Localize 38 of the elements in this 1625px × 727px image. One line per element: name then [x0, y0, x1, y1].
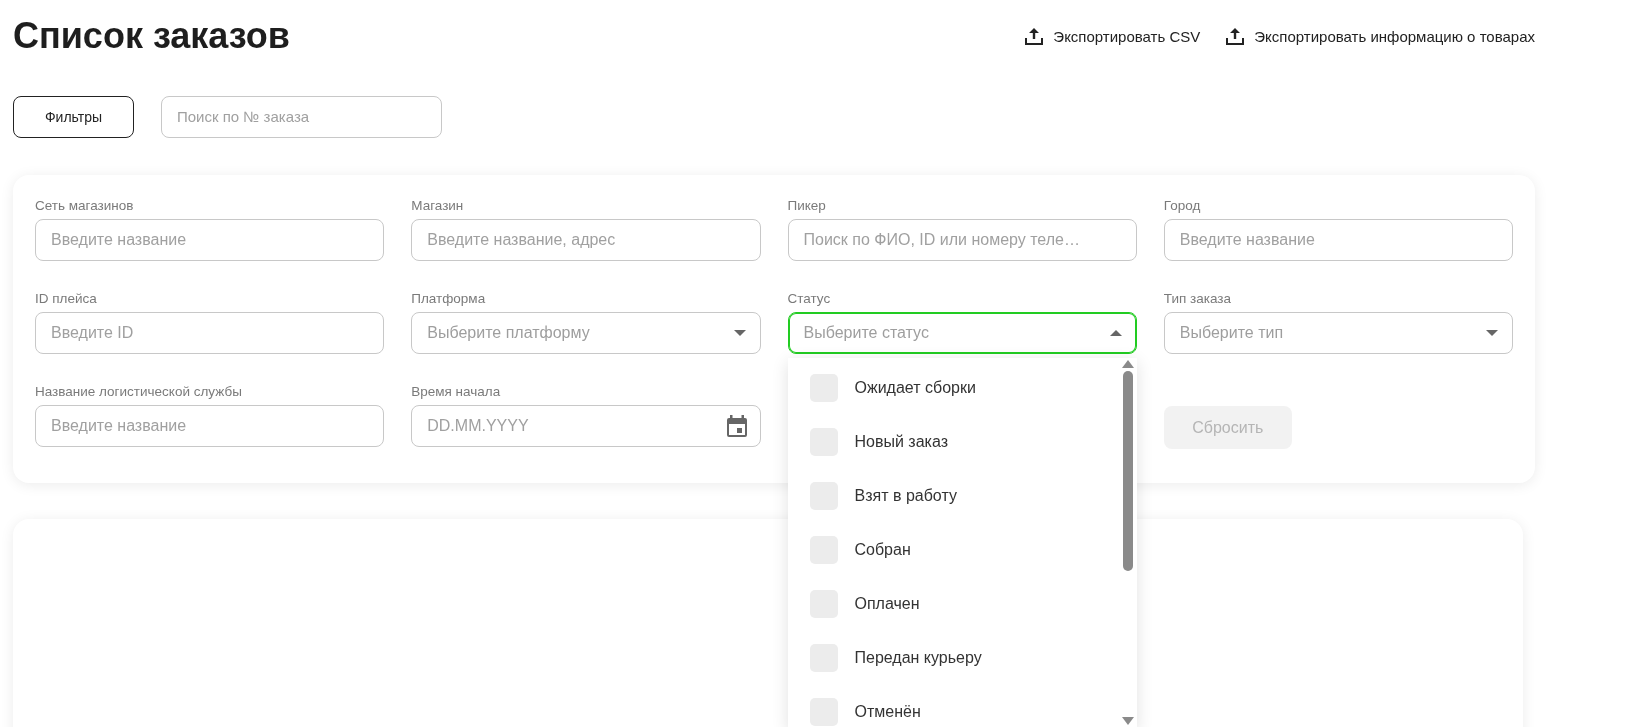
- input-field[interactable]: Введите название: [1163, 219, 1513, 261]
- scroll-up-icon[interactable]: [1121, 360, 1134, 368]
- input-field[interactable]: Введите ID: [35, 312, 385, 354]
- option-label[interactable]: Отменён: [854, 703, 921, 721]
- field-label: Пикер: [787, 197, 827, 214]
- export-button[interactable]: Экспортировать CSV: [1025, 27, 1201, 45]
- upload-icon: [1226, 27, 1245, 45]
- page-title: Список заказов: [13, 15, 290, 57]
- field-label: Платформа: [411, 290, 487, 307]
- field-label: Город: [1163, 197, 1202, 214]
- field-label: Название логистической службы: [35, 383, 243, 400]
- scroll-down-icon[interactable]: [1121, 717, 1134, 725]
- filters-button[interactable]: Фильтры: [13, 96, 134, 138]
- field-label: Тип заказа: [1163, 290, 1232, 307]
- upload-icon: [1025, 27, 1044, 45]
- field-label: ID плейса: [35, 290, 98, 307]
- field-label: Время начала: [411, 383, 502, 400]
- input-field[interactable]: Поиск по ФИО, ID или номеру теле…: [787, 219, 1137, 261]
- option-label[interactable]: Новый заказ: [854, 433, 948, 451]
- date-field[interactable]: DD.MM.YYYY: [411, 405, 761, 447]
- field-label: Магазин: [411, 197, 465, 214]
- caret-icon: [1486, 330, 1498, 336]
- field-label: Сеть магазинов: [35, 197, 135, 214]
- field-label: Статус: [787, 290, 832, 307]
- input-field[interactable]: Введите название: [35, 405, 385, 447]
- caret-icon: [1109, 330, 1122, 336]
- scrollbar-thumb[interactable]: [1122, 371, 1133, 571]
- option-label[interactable]: Оплачен: [854, 595, 920, 613]
- search-field[interactable]: Поиск по № заказа: [161, 96, 442, 138]
- caret-icon: [733, 330, 746, 336]
- option-label[interactable]: Взят в работу: [854, 487, 957, 505]
- input-field[interactable]: Введите название: [35, 219, 385, 261]
- option-label[interactable]: Ожидает сборки: [854, 379, 976, 397]
- export-button[interactable]: Экспортировать информацию о товарах: [1226, 27, 1535, 45]
- option-label[interactable]: Собран: [854, 541, 911, 559]
- option-label[interactable]: Передан курьеру: [854, 649, 982, 667]
- input-field[interactable]: Введите название, адрес: [411, 219, 761, 261]
- calendar-icon[interactable]: [726, 415, 747, 437]
